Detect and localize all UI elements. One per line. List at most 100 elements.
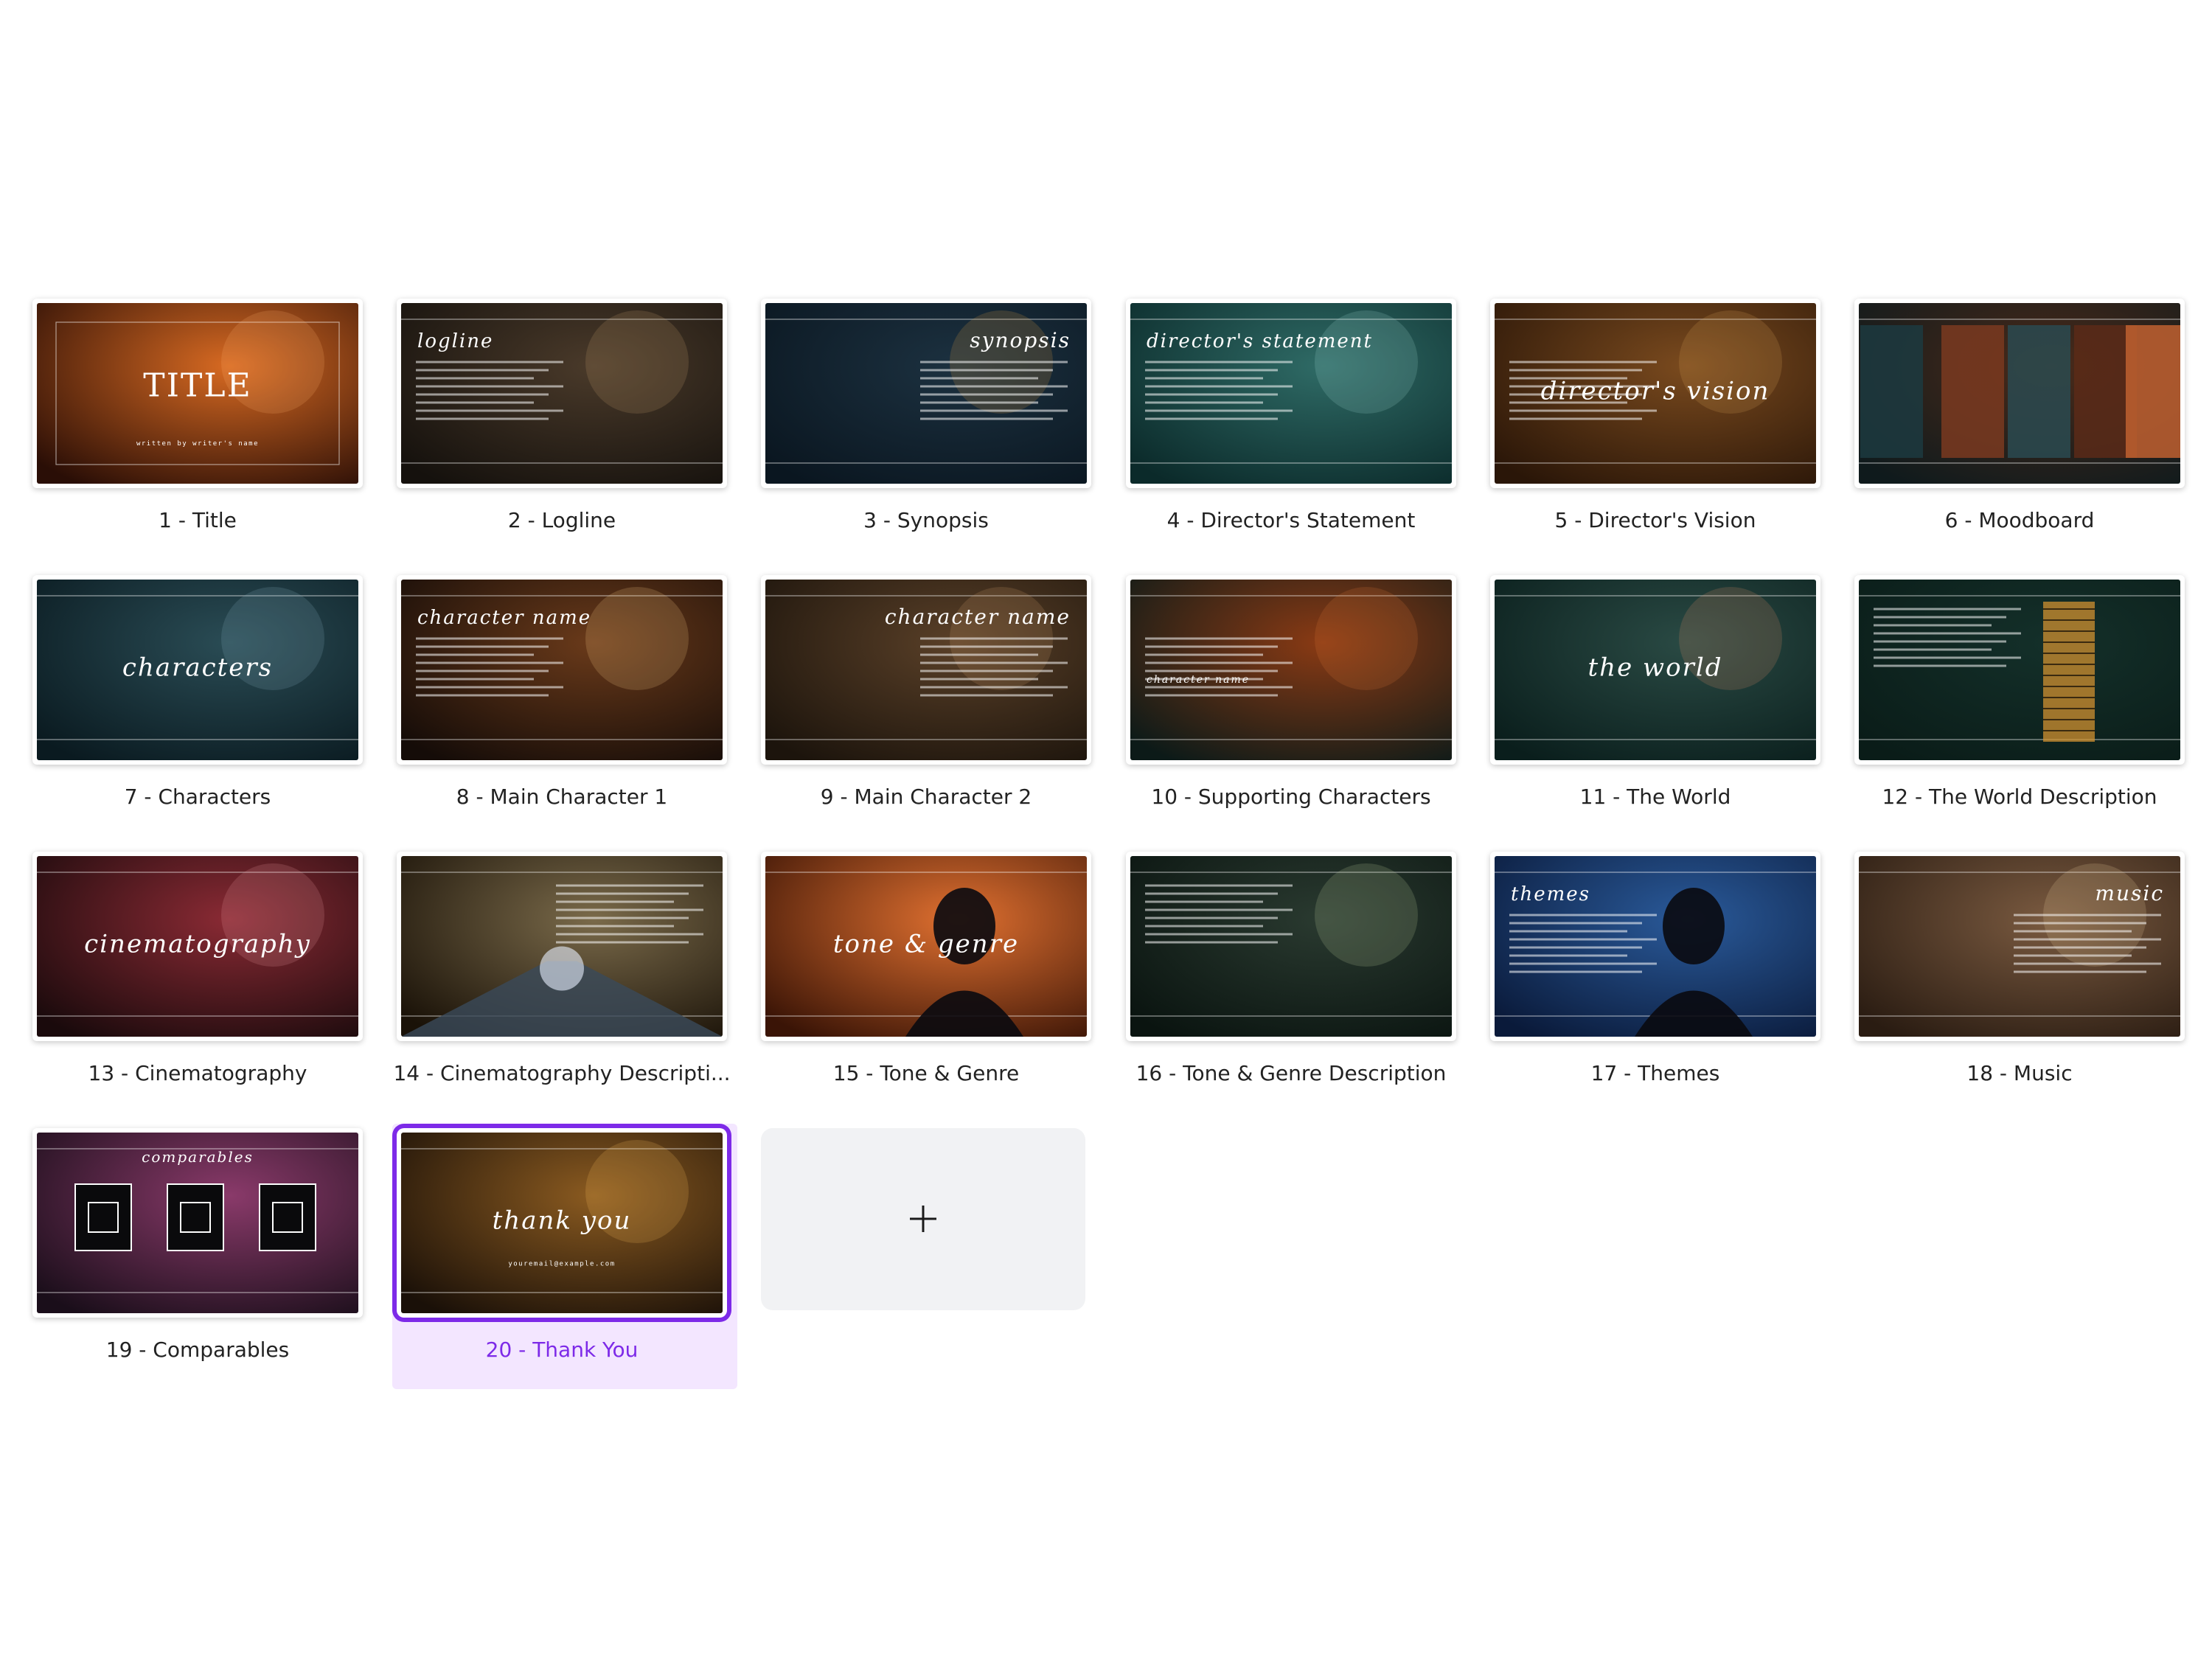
slide-card[interactable]: 14 - Cinematography Descripti...	[392, 847, 737, 1113]
slide-card[interactable]: characters 7 - Characters	[28, 571, 373, 836]
slide-label[interactable]: 15 - Tone & Genre	[757, 1061, 1096, 1085]
slide-card[interactable]: music 18 - Music	[1850, 847, 2195, 1113]
slide-label[interactable]: 14 - Cinematography Descripti...	[392, 1061, 731, 1085]
slide-thumbnail-art: comparables	[37, 1133, 358, 1313]
slide-thumbnail-art	[401, 856, 723, 1037]
slide-label[interactable]: 16 - Tone & Genre Description	[1121, 1061, 1461, 1085]
slide-card[interactable]: the world 11 - The World	[1486, 571, 1831, 836]
add-page-button[interactable]	[761, 1128, 1085, 1310]
slide-preview: themes	[1495, 856, 1816, 1037]
slide-label[interactable]: 7 - Characters	[28, 785, 367, 809]
slide-card[interactable]: character name 8 - Main Character 1	[392, 571, 737, 836]
slide-thumbnail-art: thank you youremail@example.com	[401, 1133, 723, 1313]
slide-thumbnail[interactable]: thank you youremail@example.com	[397, 1128, 727, 1318]
slide-preview: director's statement	[1130, 303, 1452, 484]
slide-label[interactable]: 18 - Music	[1850, 1061, 2189, 1085]
slide-thumbnail[interactable]: logline	[397, 299, 727, 488]
slide-thumbnail-art: director's statement	[1130, 303, 1452, 484]
slide-heading: director's vision	[1541, 377, 1770, 406]
slide-preview: director's vision	[1495, 303, 1816, 484]
slide-card[interactable]: 12 - The World Description	[1850, 571, 2195, 836]
slide-thumbnail[interactable]	[1126, 852, 1456, 1041]
slide-preview: TITLE written by writer's name	[37, 303, 358, 484]
slide-thumbnail[interactable]: director's vision	[1490, 299, 1820, 488]
slide-thumbnail-art: TITLE written by writer's name	[37, 303, 358, 484]
slide-label[interactable]: 11 - The World	[1486, 785, 1825, 809]
slide-preview: cinematography	[37, 856, 358, 1037]
slide-thumbnail[interactable]: TITLE written by writer's name	[32, 299, 363, 488]
slide-label[interactable]: 13 - Cinematography	[28, 1061, 367, 1085]
slide-label[interactable]: 9 - Main Character 2	[757, 785, 1096, 809]
slide-thumbnail-art: director's vision	[1495, 303, 1816, 484]
slide-heading: character name	[1147, 674, 1250, 686]
slide-card[interactable]: character name 9 - Main Character 2	[757, 571, 1102, 836]
slide-heading: synopsis	[970, 328, 1071, 352]
slide-label[interactable]: 1 - Title	[28, 508, 367, 532]
slide-thumbnail-art: cinematography	[37, 856, 358, 1037]
slide-preview: characters	[37, 580, 358, 760]
slide-thumbnail[interactable]	[1854, 575, 2185, 765]
slide-card[interactable]: cinematography 13 - Cinematography	[28, 847, 373, 1113]
plus-icon	[910, 1206, 936, 1232]
slide-label[interactable]: 4 - Director's Statement	[1121, 508, 1461, 532]
slide-heading: music	[2095, 881, 2164, 905]
slide-label[interactable]: 2 - Logline	[392, 508, 731, 532]
slide-thumbnail[interactable]	[397, 852, 727, 1041]
slide-card[interactable]: TITLE written by writer's name 1 - Title	[28, 294, 373, 560]
slide-thumbnail[interactable]: themes	[1490, 852, 1820, 1041]
slide-thumbnail-art	[1859, 580, 2180, 760]
slide-thumbnail-art: tone & genre	[765, 856, 1087, 1037]
slide-card[interactable]: logline 2 - Logline	[392, 294, 737, 560]
slide-preview	[1130, 856, 1452, 1037]
slide-thumbnail-art: characters	[37, 580, 358, 760]
slide-preview: character name	[1130, 580, 1452, 760]
slide-label[interactable]: 19 - Comparables	[28, 1338, 367, 1362]
slide-preview: logline	[401, 303, 723, 484]
slide-label[interactable]: 20 - Thank You	[392, 1338, 731, 1362]
slide-thumbnail[interactable]: cinematography	[32, 852, 363, 1041]
slide-preview: comparables	[37, 1133, 358, 1313]
slide-heading: characters	[122, 653, 273, 683]
slide-card[interactable]: thank you youremail@example.com 20 - Thank…	[392, 1124, 737, 1389]
slide-card[interactable]: director's statement 4 - Director's State…	[1121, 294, 1467, 560]
slide-thumbnail[interactable]: music	[1854, 852, 2185, 1041]
slide-label[interactable]: 10 - Supporting Characters	[1121, 785, 1461, 809]
slide-subheading: youremail@example.com	[508, 1261, 615, 1268]
slide-card[interactable]: 16 - Tone & Genre Description	[1121, 847, 1467, 1113]
slide-label[interactable]: 12 - The World Description	[1850, 785, 2189, 809]
slide-card[interactable]: director's vision 5 - Director's Vision	[1486, 294, 1831, 560]
slide-thumbnail[interactable]: characters	[32, 575, 363, 765]
slide-heading: character name	[417, 607, 591, 629]
slide-preview: the world	[1495, 580, 1816, 760]
slide-thumbnail[interactable]	[1854, 299, 2185, 488]
slide-thumbnail[interactable]: character name	[397, 575, 727, 765]
slide-card[interactable]: character name 10 - Supporting Characters	[1121, 571, 1467, 836]
slide-thumbnail[interactable]: comparables	[32, 1128, 363, 1318]
slide-card[interactable]: comparables 19 - Comparables	[28, 1124, 373, 1389]
slide-thumbnail[interactable]: director's statement	[1126, 299, 1456, 488]
slide-thumbnail[interactable]: character name	[761, 575, 1091, 765]
slide-preview	[1859, 303, 2180, 484]
slide-thumbnail[interactable]: tone & genre	[761, 852, 1091, 1041]
slide-label[interactable]: 8 - Main Character 1	[392, 785, 731, 809]
slide-preview: character name	[401, 580, 723, 760]
slide-thumbnail[interactable]: the world	[1490, 575, 1820, 765]
slide-label[interactable]: 17 - Themes	[1486, 1061, 1825, 1085]
slide-thumbnail-art: music	[1859, 856, 2180, 1037]
slide-thumbnail[interactable]: synopsis	[761, 299, 1091, 488]
slide-preview: synopsis	[765, 303, 1087, 484]
slide-heading: character name	[885, 605, 1071, 629]
slide-preview	[1859, 580, 2180, 760]
slide-card[interactable]: 6 - Moodboard	[1850, 294, 2195, 560]
slide-heading: comparables	[142, 1148, 254, 1166]
slide-thumbnail[interactable]: character name	[1126, 575, 1456, 765]
slide-label[interactable]: 3 - Synopsis	[757, 508, 1096, 532]
slide-preview: music	[1859, 856, 2180, 1037]
slide-subheading: written by writer's name	[136, 440, 259, 448]
slide-label[interactable]: 5 - Director's Vision	[1486, 508, 1825, 532]
slide-card[interactable]: tone & genre 15 - Tone & Genre	[757, 847, 1102, 1113]
slide-card[interactable]: synopsis 3 - Synopsis	[757, 294, 1102, 560]
slide-card[interactable]: themes 17 - Themes	[1486, 847, 1831, 1113]
slide-thumbnail-art: themes	[1495, 856, 1816, 1037]
slide-label[interactable]: 6 - Moodboard	[1850, 508, 2189, 532]
